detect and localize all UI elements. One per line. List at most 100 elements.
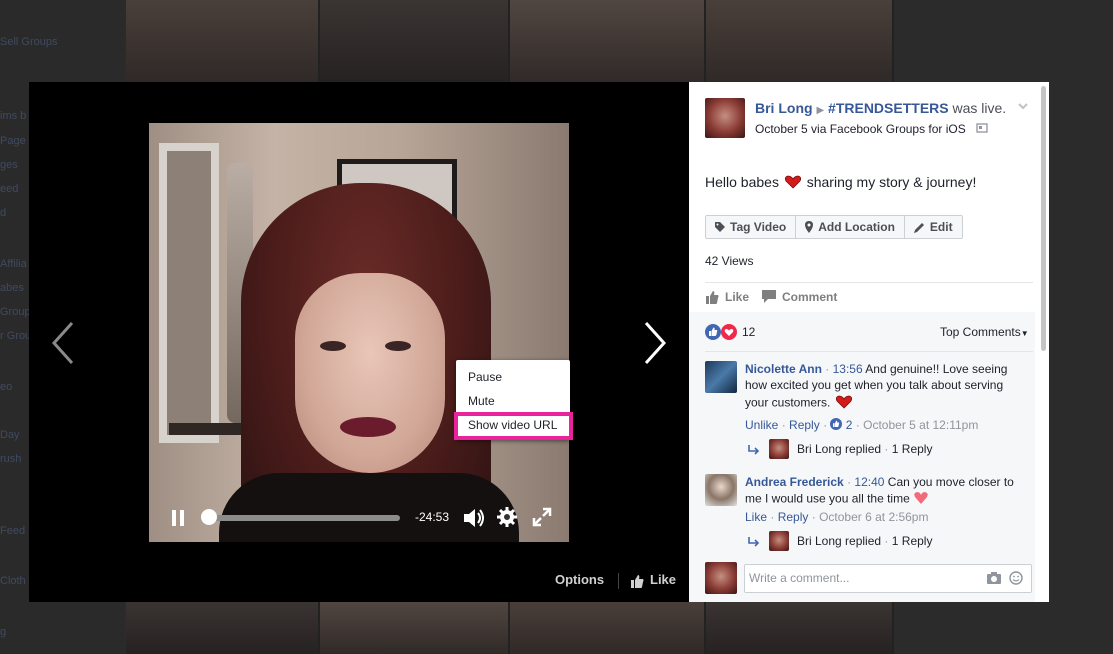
- context-menu-pause[interactable]: Pause: [468, 370, 502, 384]
- panel-scrollbar[interactable]: [1041, 86, 1046, 351]
- comment-author[interactable]: Andrea Frederick: [745, 475, 844, 489]
- comment-composer: [744, 564, 1032, 593]
- like-icon[interactable]: [630, 574, 644, 591]
- emoji-icon[interactable]: [1009, 571, 1023, 588]
- bg-sidebar-item: Cloth: [0, 575, 26, 587]
- time-remaining: -24:53: [415, 510, 450, 524]
- bg-sidebar-item: abes: [0, 282, 24, 294]
- fullscreen-icon[interactable]: [531, 506, 553, 528]
- author-avatar[interactable]: [705, 98, 745, 138]
- bg-sidebar-item: Day: [0, 429, 20, 441]
- post-message-start: Hello babes: [705, 174, 779, 190]
- view-replies-link[interactable]: Bri Long replied · 1 Reply: [797, 442, 932, 456]
- comment-timestamp-link[interactable]: 12:40: [854, 475, 884, 489]
- pause-icon[interactable]: [171, 510, 187, 526]
- group-name[interactable]: #TRENDSETTERS: [828, 100, 949, 116]
- comment-input[interactable]: [749, 571, 969, 585]
- previous-arrow-icon[interactable]: [46, 319, 78, 367]
- caret-right-icon: ▶: [816, 105, 825, 116]
- comment-text-end: me I would use you all the time: [745, 491, 929, 508]
- like-count-icon: [830, 418, 843, 433]
- edit-button[interactable]: Edit: [905, 216, 962, 238]
- top-comments-dropdown[interactable]: Top Comments▼: [940, 325, 1029, 339]
- reaction-count[interactable]: 12: [742, 325, 755, 339]
- comment-icon: [762, 290, 776, 306]
- gear-icon[interactable]: [496, 506, 518, 528]
- divider: [705, 351, 1033, 352]
- bg-photo-tile: [706, 0, 894, 82]
- reply-count: 1 Reply: [891, 534, 933, 548]
- bg-photo-tile: [510, 602, 706, 654]
- comment-author[interactable]: Nicolette Ann: [745, 362, 822, 376]
- tag-video-button[interactable]: Tag Video: [706, 216, 797, 238]
- bg-sidebar-item: eed: [0, 183, 19, 195]
- bg-sidebar-item: d: [0, 207, 7, 219]
- chevron-down-icon[interactable]: [1017, 100, 1029, 115]
- reply-link[interactable]: Reply: [778, 510, 809, 524]
- bg-sidebar-item: ges: [0, 159, 18, 171]
- reply-avatar: [769, 531, 789, 551]
- bg-photo-tile: [126, 602, 320, 654]
- like-button[interactable]: Like: [725, 290, 749, 304]
- view-count: 42 Views: [705, 254, 754, 268]
- comment-text-line: me I would use you all the time: [745, 491, 910, 506]
- comment-text-line: your customers.: [745, 395, 831, 410]
- heart-icon: [783, 175, 803, 192]
- footer-divider: [618, 573, 619, 589]
- audience-icon[interactable]: [976, 122, 988, 137]
- reply-verb: replied: [845, 534, 882, 548]
- progress-knob[interactable]: [201, 509, 217, 525]
- bg-sidebar-item: Sell Groups: [0, 36, 58, 48]
- bg-photo-tile: [510, 0, 706, 82]
- comment-text-end: your customers.: [745, 395, 854, 412]
- post-action-bar: Tag Video Add Location Edit: [705, 215, 963, 239]
- comment-text-line: how excited you get when you talk about …: [745, 378, 1004, 392]
- bg-photo-tile: [320, 602, 510, 654]
- top-comments-label: Top Comments: [940, 325, 1021, 339]
- comment-line: Nicolette Ann · 13:56 And genuine!! Love…: [745, 362, 1008, 376]
- commenter-avatar[interactable]: [705, 361, 737, 393]
- bg-sidebar-item: Feed: [0, 525, 26, 537]
- comment-date[interactable]: October 5 at 12:11pm: [863, 418, 978, 432]
- options-button[interactable]: Options: [555, 572, 604, 587]
- comment-like-count[interactable]: 2: [846, 418, 853, 432]
- unlike-link[interactable]: Unlike: [745, 418, 778, 432]
- comment-text: And genuine!! Love seeing: [865, 362, 1008, 376]
- bg-sidebar-item: g: [0, 626, 7, 638]
- commenter-avatar[interactable]: [705, 474, 737, 506]
- comment-actions: Unlike · Reply · 2 · October 5 at 12:11p…: [745, 418, 979, 433]
- location-pin-icon: [805, 221, 814, 233]
- video-player[interactable]: [149, 123, 569, 542]
- add-location-button[interactable]: Add Location: [796, 216, 905, 238]
- comment-button[interactable]: Comment: [782, 290, 837, 304]
- bg-photo-tile: [126, 0, 320, 82]
- like-link[interactable]: Like: [745, 510, 767, 524]
- heart-icon: [834, 395, 854, 412]
- divider: [705, 282, 1033, 283]
- context-menu-mute[interactable]: Mute: [468, 394, 495, 408]
- comment-timestamp-link[interactable]: 13:56: [833, 362, 863, 376]
- volume-icon[interactable]: [462, 507, 486, 529]
- bg-sidebar-item: Group: [0, 306, 31, 318]
- reply-count: 1 Reply: [891, 442, 933, 456]
- composer-avatar: [705, 562, 737, 594]
- comment-line: Andrea Frederick · 12:40 Can you move cl…: [745, 475, 1014, 489]
- reply-arrow-icon: [748, 536, 760, 550]
- caret-down-icon: ▼: [1020, 329, 1029, 338]
- next-arrow-icon[interactable]: [640, 319, 672, 367]
- post-meta: October 5 via Facebook Groups for iOS: [755, 122, 966, 136]
- view-replies-link[interactable]: Bri Long replied · 1 Reply: [797, 534, 932, 548]
- add-location-label: Add Location: [818, 220, 895, 234]
- camera-icon[interactable]: [987, 572, 1001, 587]
- author-name[interactable]: Bri Long: [755, 100, 813, 116]
- bg-sidebar-item: Affilia: [0, 258, 27, 270]
- reply-link[interactable]: Reply: [789, 418, 820, 432]
- progress-bar[interactable]: [202, 515, 400, 521]
- thumbs-up-icon: [705, 290, 719, 307]
- footer-like-button[interactable]: Like: [650, 572, 676, 587]
- reply-arrow-icon: [748, 444, 760, 458]
- reply-author: Bri Long: [797, 534, 842, 548]
- like-reaction-icon: [705, 324, 721, 343]
- bg-sidebar-item: r Grou: [0, 330, 32, 342]
- comment-date[interactable]: October 6 at 2:56pm: [819, 510, 928, 524]
